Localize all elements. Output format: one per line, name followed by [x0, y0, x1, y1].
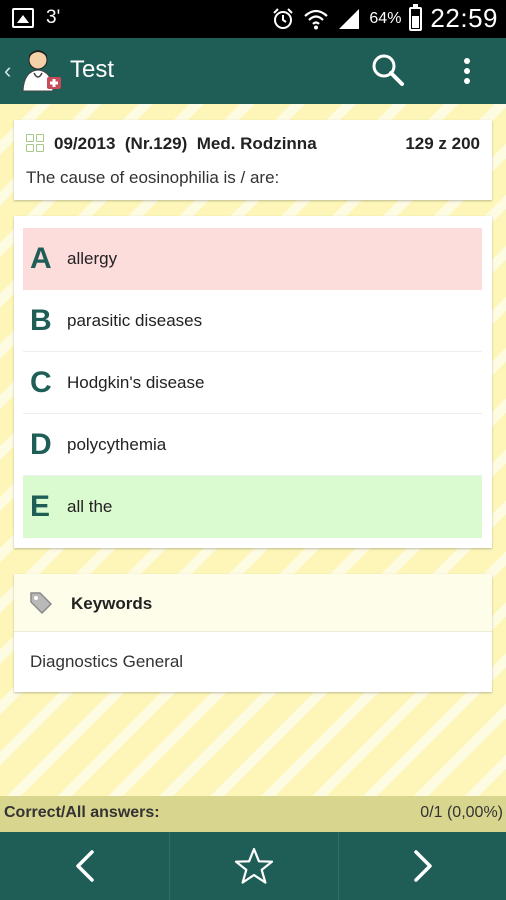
answer-letter: D — [30, 427, 52, 461]
stats-label: Correct/All answers: — [4, 804, 160, 821]
answer-option-c[interactable]: C Hodgkin's disease — [23, 352, 482, 414]
back-chevron-icon[interactable]: ‹ — [4, 58, 11, 84]
gallery-notification-icon — [12, 8, 34, 28]
answer-text: allergy — [67, 249, 118, 268]
keyword-item[interactable]: Diagnostics General — [30, 652, 183, 672]
question-text: The cause of eosinophilia is / are: — [26, 168, 280, 187]
bottom-nav — [0, 832, 506, 900]
previous-chevron-icon[interactable] — [0, 832, 169, 900]
answer-letter: E — [30, 490, 51, 523]
app-bar: ‹ Test — [0, 38, 506, 104]
answers-card: A allergy B parasitic diseases C Hodgkin… — [14, 216, 492, 548]
status-bar: 3' 64% 22:59 — [0, 0, 506, 38]
answer-letter: A — [30, 242, 52, 275]
answer-letter: B — [30, 303, 52, 337]
question-counter: 129 z 200 — [405, 134, 480, 153]
question-grid-icon — [26, 134, 46, 154]
question-card: 09/2013 (Nr.129) Med. Rodzinna 129 z 200… — [14, 120, 492, 200]
answer-letter: C — [30, 365, 52, 399]
answer-option-b[interactable]: B parasitic diseases — [23, 290, 482, 352]
answer-option-e[interactable]: E all the — [23, 476, 482, 538]
answer-option-d[interactable]: D polycythemia — [23, 414, 482, 476]
clock: 22:59 — [430, 3, 498, 33]
content-area: 09/2013 (Nr.129) Med. Rodzinna 129 z 200… — [0, 104, 506, 832]
page-title: Test — [70, 56, 115, 83]
next-chevron-icon[interactable] — [339, 832, 506, 900]
overflow-menu-icon[interactable] — [450, 50, 484, 90]
wifi-icon — [304, 9, 329, 29]
answer-text: polycythemia — [67, 434, 167, 454]
doctor-logo-icon[interactable] — [18, 47, 64, 93]
keywords-card: Keywords Diagnostics General — [14, 574, 492, 692]
stats-bar: Correct/All answers: 0/1 (0,00%) — [0, 796, 506, 832]
signal-icon — [339, 8, 360, 29]
tag-icon — [30, 592, 53, 615]
answer-text: all the — [67, 497, 113, 516]
stats-value: 0/1 (0,00%) — [420, 804, 503, 821]
answer-option-a[interactable]: A allergy — [23, 228, 482, 290]
search-icon[interactable] — [368, 50, 408, 90]
alarm-icon — [273, 7, 294, 29]
battery-percent: 64% — [369, 9, 402, 27]
battery-icon — [409, 3, 423, 31]
answer-text: Hodgkin's disease — [67, 372, 205, 392]
question-meta: 09/2013 (Nr.129) Med. Rodzinna — [54, 134, 317, 153]
answer-text: parasitic diseases — [67, 310, 203, 330]
keywords-header: Keywords — [14, 574, 492, 632]
keywords-title: Keywords — [71, 594, 153, 613]
notification-count: 3' — [46, 7, 61, 28]
favorite-star-icon[interactable] — [170, 832, 338, 900]
